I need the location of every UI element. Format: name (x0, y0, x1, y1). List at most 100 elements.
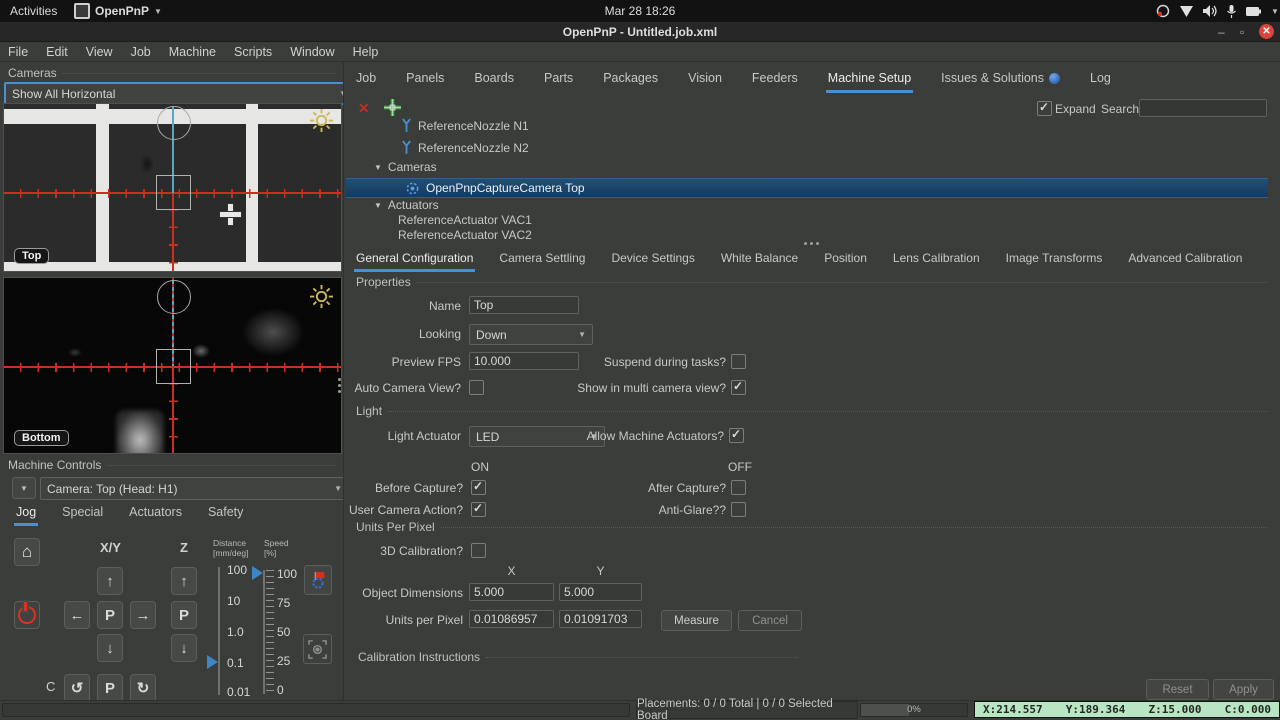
tree-group-actuators[interactable]: ▼ Actuators (374, 198, 439, 212)
speed-slider-handle[interactable] (252, 566, 263, 580)
menu-edit[interactable]: Edit (46, 45, 68, 59)
brightness-sun-icon[interactable] (309, 108, 334, 133)
tab-feeders[interactable]: Feeders (750, 68, 800, 93)
tab-lens-calibration[interactable]: Lens Calibration (891, 248, 982, 272)
tab-packages[interactable]: Packages (601, 68, 660, 93)
system-tray[interactable]: ▼ (1156, 0, 1279, 22)
tab-jog[interactable]: Jog (14, 502, 39, 526)
menu-window[interactable]: Window (290, 45, 334, 59)
jog-y-plus-button[interactable]: ↑ (97, 567, 123, 595)
jog-z-minus-button[interactable]: ↓ (171, 634, 197, 662)
speed-slider-track[interactable] (263, 570, 265, 694)
tab-machine-setup[interactable]: Machine Setup (825, 68, 914, 93)
maximize-button[interactable]: ▫ (1240, 25, 1244, 39)
tab-panels[interactable]: Panels (404, 68, 446, 93)
menu-scripts[interactable]: Scripts (234, 45, 272, 59)
capture-camera-button[interactable] (303, 634, 332, 664)
reset-button[interactable]: Reset (1146, 679, 1209, 700)
panel-splitter-handle[interactable] (338, 378, 341, 381)
search-input[interactable] (1139, 99, 1267, 117)
tree-row-nozzle-n2[interactable]: ReferenceNozzle N2 (401, 140, 529, 155)
anti-glare-checkbox[interactable] (731, 502, 746, 517)
tab-issues-solutions[interactable]: Issues & Solutions (939, 68, 1062, 93)
jog-x-plus-button[interactable]: → (130, 601, 156, 629)
menu-machine[interactable]: Machine (169, 45, 216, 59)
3d-calibration-checkbox[interactable] (471, 543, 486, 558)
before-capture-checkbox[interactable] (471, 479, 486, 495)
tab-special[interactable]: Special (60, 502, 105, 526)
close-button[interactable]: ✕ (1259, 24, 1274, 39)
tree-row-actuator-vac1[interactable]: ReferenceActuator VAC1 (398, 213, 532, 227)
auto-camera-view-checkbox[interactable] (469, 380, 484, 395)
delete-button[interactable]: ✕ (358, 100, 370, 117)
tab-job[interactable]: Job (354, 68, 378, 93)
position-camera-button[interactable] (304, 565, 332, 595)
tree-group-cameras[interactable]: ▼ Cameras (374, 160, 437, 174)
brightness-sun-icon[interactable] (309, 284, 334, 309)
menu-help[interactable]: Help (353, 45, 379, 59)
object-dimensions-y-input[interactable] (559, 583, 642, 601)
allow-machine-actuators-checkbox[interactable] (729, 427, 744, 443)
menu-view[interactable]: View (86, 45, 113, 59)
tab-vision[interactable]: Vision (686, 68, 724, 93)
clock[interactable]: Mar 28 18:26 (0, 0, 1280, 22)
tab-advanced-calibration[interactable]: Advanced Calibration (1126, 248, 1244, 272)
menu-file[interactable]: File (8, 45, 28, 59)
jog-c-cw-button[interactable]: ↻ (130, 674, 156, 702)
units-per-pixel-x-input[interactable] (469, 610, 554, 628)
z-position-button[interactable]: P (171, 601, 197, 629)
object-dimensions-x-input[interactable] (469, 583, 554, 601)
jog-x-minus-button[interactable]: ← (64, 601, 90, 629)
tree-splitter-handle[interactable] (804, 242, 807, 245)
tab-actuators[interactable]: Actuators (127, 502, 184, 526)
xy-position-button[interactable]: P (97, 601, 123, 629)
multi-camera-view-checkbox[interactable] (731, 379, 746, 395)
activities-label: Activities (10, 4, 58, 18)
distance-slider-track[interactable] (218, 567, 220, 695)
app-menu[interactable]: OpenPnP ▼ (74, 0, 162, 22)
expand-arrow-icon[interactable]: ▼ (374, 201, 382, 210)
measure-button[interactable]: Measure (661, 610, 732, 631)
after-capture-checkbox[interactable] (731, 480, 746, 495)
camera-view-select[interactable]: Show All Horizontal▼ (4, 82, 355, 105)
bottom-camera-view[interactable]: Bottom (3, 277, 342, 454)
tab-camera-settling[interactable]: Camera Settling (497, 248, 587, 272)
expand-arrow-icon[interactable]: ▼ (374, 163, 382, 172)
tab-white-balance[interactable]: White Balance (719, 248, 800, 272)
jog-z-plus-button[interactable]: ↑ (171, 567, 197, 595)
jog-c-ccw-button[interactable]: ↺ (64, 674, 90, 702)
chevron-down-icon: ▼ (334, 484, 342, 493)
head-select[interactable]: Camera: Top (Head: H1) ▼ (40, 477, 349, 500)
tree-row-camera-top-selected[interactable]: OpenPnpCaptureCamera Top (346, 178, 1268, 198)
tab-log[interactable]: Log (1088, 68, 1113, 93)
distance-slider-handle[interactable] (207, 655, 218, 669)
top-camera-view[interactable]: Top (3, 103, 342, 272)
tab-safety[interactable]: Safety (206, 502, 245, 526)
tab-boards[interactable]: Boards (472, 68, 516, 93)
tree-row-actuator-vac2[interactable]: ReferenceActuator VAC2 (398, 228, 532, 242)
c-position-button[interactable]: P (97, 674, 123, 702)
home-button[interactable]: ⌂ (14, 538, 40, 566)
looking-select[interactable]: Down ▼ (469, 324, 593, 345)
tab-image-transforms[interactable]: Image Transforms (1004, 248, 1105, 272)
user-camera-action-checkbox[interactable] (471, 501, 486, 517)
minimize-button[interactable]: – (1218, 25, 1225, 39)
expand-checkbox[interactable] (1037, 100, 1052, 116)
tree-row-nozzle-n1[interactable]: ReferenceNozzle N1 (401, 118, 529, 133)
cancel-button[interactable]: Cancel (738, 610, 802, 631)
suspend-checkbox[interactable] (731, 354, 746, 369)
units-per-pixel-y-input[interactable] (559, 610, 642, 628)
apply-button[interactable]: Apply (1213, 679, 1274, 700)
menu-job[interactable]: Job (131, 45, 151, 59)
tab-general-configuration[interactable]: General Configuration (354, 248, 476, 272)
capture-location-button[interactable] (384, 99, 401, 116)
arrow-right-icon: → (135, 606, 151, 624)
activities-button[interactable]: Activities (10, 0, 57, 22)
tab-parts[interactable]: Parts (542, 68, 575, 93)
head-select-toggle-button[interactable]: ▼ (12, 477, 36, 499)
tab-position[interactable]: Position (822, 248, 869, 272)
power-button[interactable] (14, 600, 40, 629)
name-input[interactable] (469, 296, 579, 314)
tab-device-settings[interactable]: Device Settings (609, 248, 696, 272)
jog-y-minus-button[interactable]: ↓ (97, 634, 123, 662)
